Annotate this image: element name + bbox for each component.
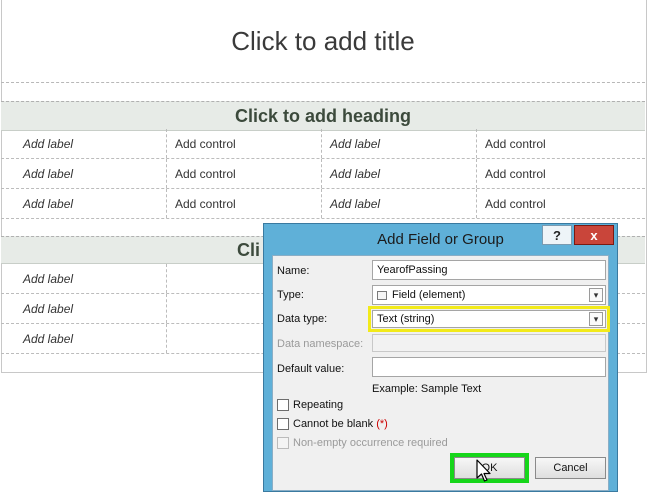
required-mark: (*) — [376, 418, 388, 430]
cancel-button[interactable]: Cancel — [535, 457, 606, 479]
control-placeholder[interactable]: Add control — [477, 189, 643, 218]
name-field[interactable]: YearofPassing — [372, 260, 606, 280]
example-text: Example: Sample Text — [372, 383, 482, 395]
add-field-dialog: Add Field or Group ? x Name: YearofPassi… — [263, 223, 618, 492]
nonempty-label: Non-empty occurrence required — [293, 437, 448, 449]
repeating-checkbox[interactable] — [277, 399, 289, 411]
type-value: Field (element) — [392, 289, 466, 301]
field-element-icon — [377, 290, 387, 300]
help-button[interactable]: ? — [542, 225, 572, 245]
type-select[interactable]: Field (element) ▾ — [372, 285, 606, 305]
datatype-label: Data type: — [277, 313, 328, 325]
control-placeholder[interactable]: Add control — [477, 129, 643, 158]
control-placeholder[interactable]: Add control — [167, 189, 322, 218]
label-placeholder[interactable]: Add label — [322, 159, 477, 188]
table-row: Add label Add control Add label Add cont… — [1, 189, 645, 219]
table-row: Add label Add control Add label Add cont… — [1, 159, 645, 189]
label-placeholder[interactable]: Add label — [1, 129, 167, 158]
default-value-label: Default value: — [277, 363, 345, 375]
form-title-placeholder[interactable]: Click to add title — [1, 0, 645, 83]
control-placeholder[interactable]: Add control — [477, 159, 643, 188]
label-placeholder[interactable]: Add label — [1, 324, 167, 353]
cannot-be-blank-text: Cannot be blank — [293, 418, 374, 430]
label-placeholder[interactable]: Add label — [1, 294, 167, 323]
table-row: Add label Add control Add label Add cont… — [1, 129, 645, 159]
chevron-down-icon[interactable]: ▾ — [589, 312, 603, 326]
control-placeholder[interactable]: Add control — [167, 159, 322, 188]
namespace-field — [372, 334, 606, 352]
datatype-select[interactable]: Text (string) ▾ — [372, 310, 606, 328]
nonempty-checkbox — [277, 437, 289, 449]
close-button[interactable]: x — [574, 225, 614, 245]
label-placeholder[interactable]: Add label — [322, 189, 477, 218]
chevron-down-icon[interactable]: ▾ — [589, 288, 603, 302]
namespace-label: Data namespace: — [277, 338, 364, 350]
datatype-value: Text (string) — [377, 313, 435, 325]
name-label: Name: — [277, 265, 310, 277]
control-placeholder[interactable]: Add control — [167, 129, 322, 158]
dialog-body: Name: YearofPassing Type: Field (element… — [272, 255, 610, 491]
mouse-pointer-icon — [476, 459, 491, 482]
section-heading-placeholder[interactable]: Click to add heading — [1, 101, 645, 131]
label-placeholder[interactable]: Add label — [1, 189, 167, 218]
default-value-field[interactable] — [372, 357, 606, 377]
repeating-label[interactable]: Repeating — [293, 399, 343, 411]
type-label: Type: — [277, 289, 304, 301]
label-placeholder[interactable]: Add label — [1, 264, 167, 293]
cannot-be-blank-label[interactable]: Cannot be blank (*) — [293, 418, 388, 430]
label-placeholder[interactable]: Add label — [1, 159, 167, 188]
label-placeholder[interactable]: Add label — [322, 129, 477, 158]
cannot-be-blank-checkbox[interactable] — [277, 418, 289, 430]
